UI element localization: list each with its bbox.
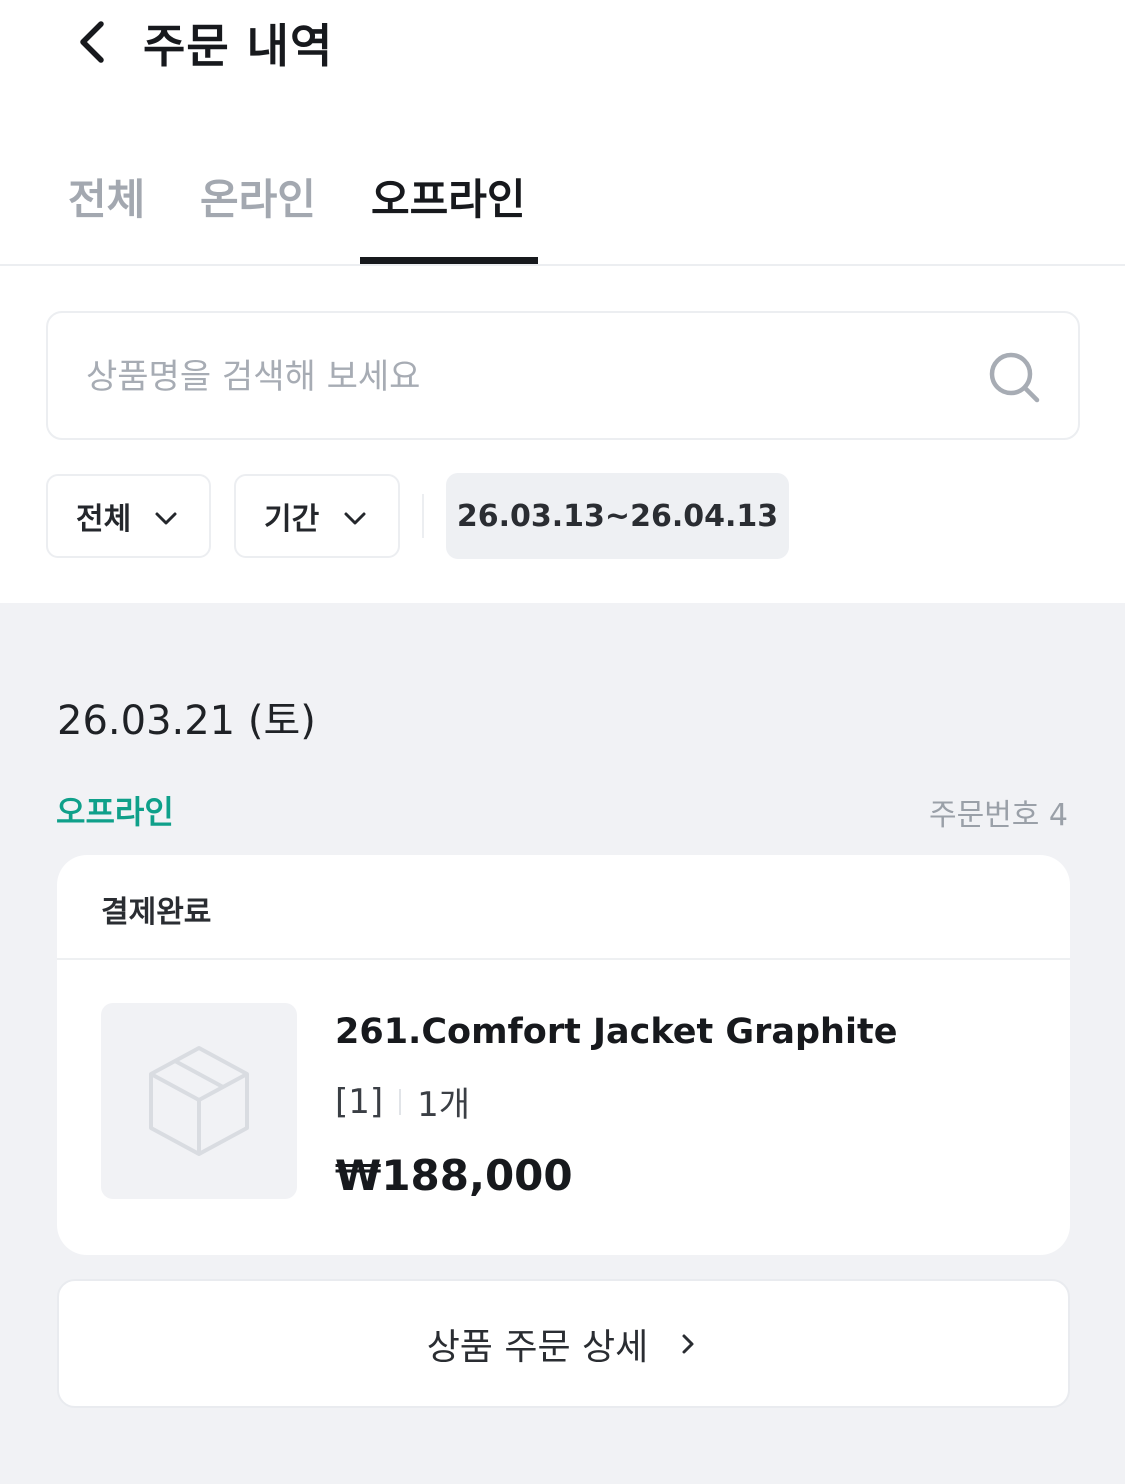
card-divider bbox=[57, 958, 1070, 960]
order-detail-label: 상품 주문 상세 bbox=[426, 1326, 649, 1368]
search-box bbox=[46, 311, 1080, 440]
search-icon[interactable] bbox=[988, 351, 1042, 405]
order-history-page: 주문 내역 전체 온라인 오프라인 전체 기간 26.03.13~26.04.1… bbox=[0, 0, 1125, 1484]
product-name: 261.Comfort Jacket Graphite bbox=[335, 1012, 898, 1052]
period-filter-dropdown[interactable]: 기간 bbox=[234, 474, 400, 558]
chevron-down-icon bbox=[344, 512, 366, 525]
chevron-down-icon bbox=[155, 512, 177, 525]
product-quantity: 1개 bbox=[417, 1085, 471, 1125]
product-price: ₩188,000 bbox=[335, 1151, 573, 1200]
type-filter-dropdown[interactable]: 전체 bbox=[46, 474, 211, 558]
order-detail-button[interactable]: 상품 주문 상세 bbox=[57, 1279, 1070, 1408]
order-channel-label: 오프라인 bbox=[56, 793, 174, 831]
app-header: 주문 내역 bbox=[0, 0, 1125, 90]
chevron-right-icon bbox=[682, 1334, 694, 1353]
order-number: 주문번호 4 bbox=[928, 798, 1068, 833]
tab-offline[interactable]: 오프라인 bbox=[371, 166, 526, 227]
order-date-heading: 26.03.21 (토) bbox=[57, 698, 316, 744]
product-thumbnail bbox=[101, 1003, 297, 1199]
order-card[interactable]: 결제완료 261.Comfort Jacket Graphite [1] 1개 … bbox=[57, 855, 1070, 1255]
channel-tabs: 전체 온라인 오프라인 bbox=[0, 140, 1125, 266]
period-filter-label: 기간 bbox=[264, 502, 320, 537]
order-status: 결제완료 bbox=[101, 895, 212, 930]
tab-online[interactable]: 온라인 bbox=[200, 166, 316, 227]
back-button[interactable] bbox=[62, 14, 122, 70]
product-option: [1] bbox=[335, 1081, 384, 1122]
filter-divider bbox=[422, 494, 424, 538]
search-input[interactable] bbox=[86, 351, 966, 403]
date-range-chip[interactable]: 26.03.13~26.04.13 bbox=[446, 473, 789, 559]
package-icon bbox=[149, 1046, 249, 1156]
type-filter-label: 전체 bbox=[76, 502, 132, 537]
product-options: [1] 1개 bbox=[335, 1077, 470, 1126]
tab-all[interactable]: 전체 bbox=[68, 166, 145, 227]
page-title: 주문 내역 bbox=[143, 19, 334, 73]
option-separator bbox=[399, 1088, 402, 1115]
chevron-left-icon bbox=[80, 21, 104, 63]
active-tab-indicator bbox=[360, 257, 538, 264]
